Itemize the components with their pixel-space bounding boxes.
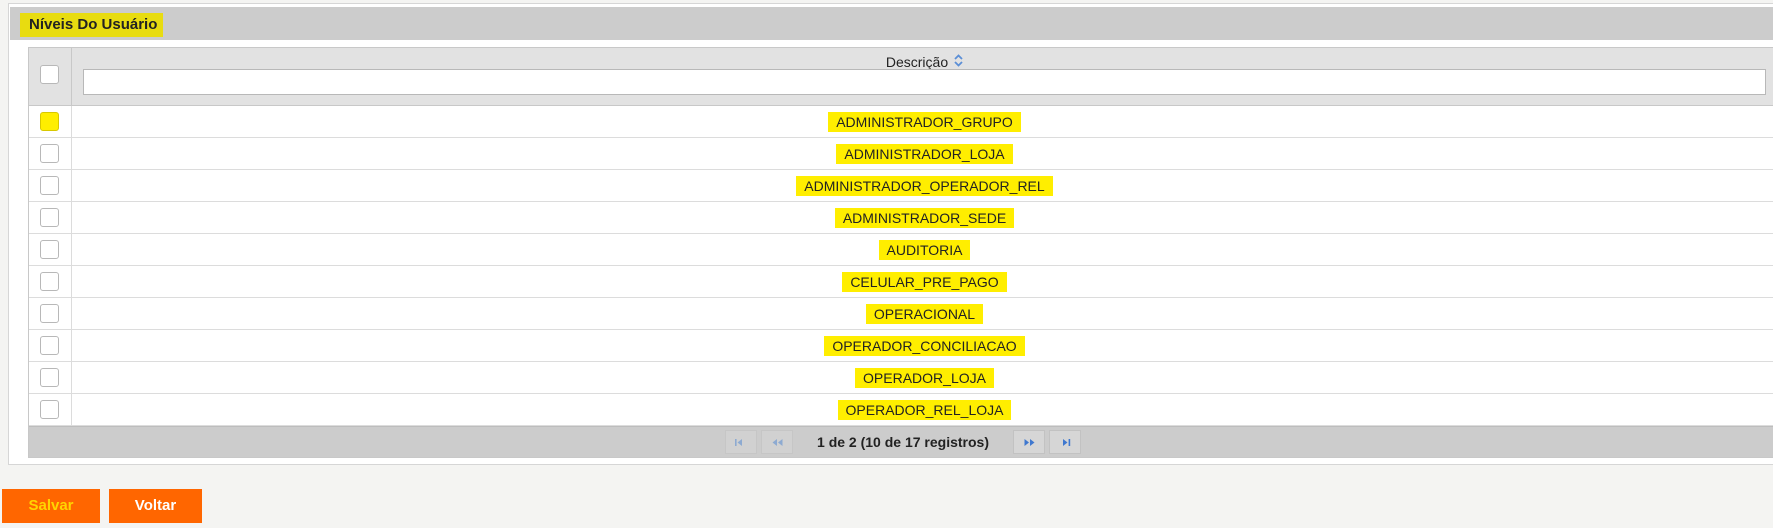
row-descricao-cell: OPERACIONAL [72, 298, 1773, 329]
row-checkbox[interactable] [40, 304, 59, 323]
descricao-sort-header[interactable]: Descrição [72, 54, 1773, 70]
row-descricao: ADMINISTRADOR_OPERADOR_REL [796, 175, 1053, 196]
table-row[interactable]: CELULAR_PRE_PAGO [29, 266, 1773, 298]
row-descricao-cell: AUDITORIA [72, 234, 1773, 265]
table-header: Descrição [29, 48, 1773, 106]
prev-page-icon [772, 439, 783, 446]
paginator: 1 de 2 (10 de 17 registros) [29, 426, 1773, 457]
table-row[interactable]: AUDITORIA [29, 234, 1773, 266]
last-page-button[interactable] [1048, 430, 1081, 454]
user-levels-table: Descrição ADMINISTRADOR_GRUPO ADMINISTRA… [28, 47, 1773, 458]
row-checkbox-cell [29, 170, 72, 201]
row-checkbox-cell [29, 298, 72, 329]
prev-page-button[interactable] [761, 430, 794, 454]
row-checkbox-cell [29, 362, 72, 393]
row-descricao-cell: CELULAR_PRE_PAGO [72, 266, 1773, 297]
descricao-column-header: Descrição [72, 48, 1773, 105]
row-descricao-cell: OPERADOR_LOJA [72, 362, 1773, 393]
next-page-button[interactable] [1012, 430, 1045, 454]
panel-header: Níveis Do Usuário [10, 7, 1773, 40]
row-descricao-cell: ADMINISTRADOR_SEDE [72, 202, 1773, 233]
row-descricao-cell: OPERADOR_REL_LOJA [72, 394, 1773, 425]
panel-title: Níveis Do Usuário [20, 13, 164, 37]
back-button[interactable]: Voltar [109, 489, 202, 523]
first-page-icon [735, 439, 743, 446]
row-checkbox-cell [29, 330, 72, 361]
row-descricao: CELULAR_PRE_PAGO [842, 271, 1007, 292]
row-descricao: ADMINISTRADOR_LOJA [836, 143, 1013, 164]
user-levels-panel: Níveis Do Usuário Descrição ADMINISTRADO… [8, 3, 1773, 465]
row-descricao-cell: OPERADOR_CONCILIACAO [72, 330, 1773, 361]
table-row[interactable]: OPERADOR_LOJA [29, 362, 1773, 394]
row-descricao: OPERADOR_REL_LOJA [837, 399, 1012, 420]
row-checkbox-cell [29, 266, 72, 297]
row-checkbox[interactable] [40, 208, 59, 227]
row-checkbox[interactable] [40, 400, 59, 419]
paginator-controls: 1 de 2 (10 de 17 registros) [29, 430, 1773, 454]
table-row[interactable]: OPERADOR_REL_LOJA [29, 394, 1773, 426]
row-descricao: ADMINISTRADOR_SEDE [834, 207, 1015, 228]
first-page-button[interactable] [725, 430, 758, 454]
row-descricao-cell: ADMINISTRADOR_GRUPO [72, 106, 1773, 137]
row-checkbox[interactable] [40, 112, 59, 131]
row-descricao: AUDITORIA [878, 239, 971, 260]
table-row[interactable]: ADMINISTRADOR_SEDE [29, 202, 1773, 234]
row-checkbox[interactable] [40, 240, 59, 259]
row-descricao-cell: ADMINISTRADOR_LOJA [72, 138, 1773, 169]
row-descricao: OPERACIONAL [865, 303, 984, 324]
save-button[interactable]: Salvar [2, 489, 100, 523]
row-checkbox-cell [29, 138, 72, 169]
row-checkbox-cell [29, 234, 72, 265]
row-checkbox[interactable] [40, 336, 59, 355]
row-descricao: OPERADOR_CONCILIACAO [824, 335, 1025, 356]
row-checkbox-cell [29, 202, 72, 233]
table-body: ADMINISTRADOR_GRUPO ADMINISTRADOR_LOJA A… [29, 106, 1773, 426]
row-checkbox[interactable] [40, 176, 59, 195]
descricao-filter-input[interactable] [83, 69, 1766, 95]
select-all-cell [29, 48, 72, 105]
row-checkbox-cell [29, 394, 72, 425]
sort-icon [954, 54, 963, 70]
table-row[interactable]: ADMINISTRADOR_LOJA [29, 138, 1773, 170]
row-descricao: OPERADOR_LOJA [855, 367, 994, 388]
table-row[interactable]: OPERADOR_CONCILIACAO [29, 330, 1773, 362]
last-page-icon [1062, 439, 1071, 446]
column-header-label: Descrição [885, 54, 949, 70]
row-checkbox[interactable] [40, 272, 59, 291]
row-descricao-cell: ADMINISTRADOR_OPERADOR_REL [72, 170, 1773, 201]
table-row[interactable]: OPERACIONAL [29, 298, 1773, 330]
row-checkbox[interactable] [40, 144, 59, 163]
table-row[interactable]: ADMINISTRADOR_GRUPO [29, 106, 1773, 138]
row-checkbox-cell [29, 106, 72, 137]
select-all-checkbox[interactable] [40, 65, 59, 84]
next-page-icon [1024, 439, 1035, 446]
table-row[interactable]: ADMINISTRADOR_OPERADOR_REL [29, 170, 1773, 202]
row-descricao: ADMINISTRADOR_GRUPO [828, 111, 1021, 132]
page-report: 1 de 2 (10 de 17 registros) [817, 434, 989, 450]
row-checkbox[interactable] [40, 368, 59, 387]
